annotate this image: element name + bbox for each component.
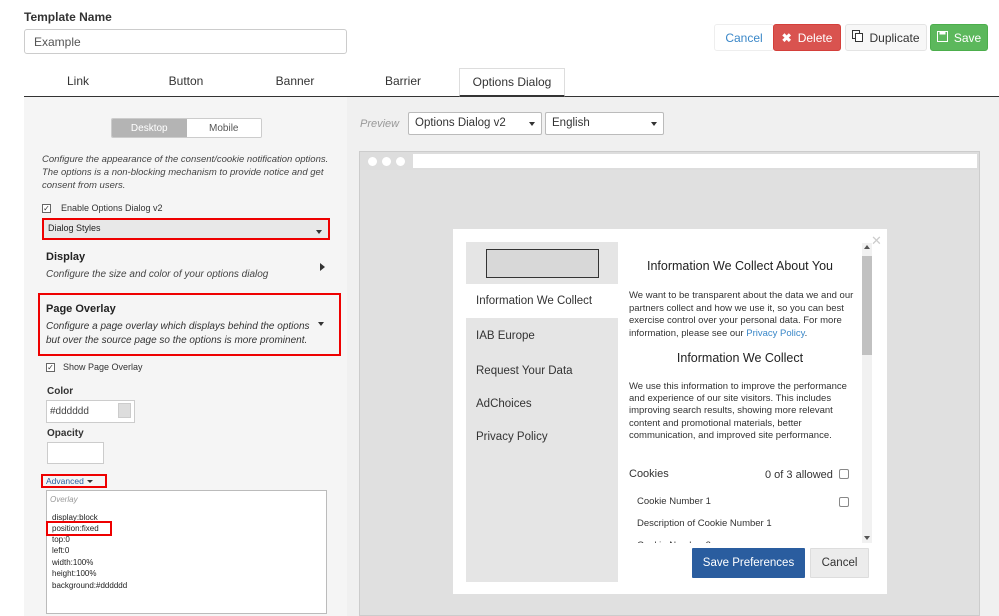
window-dot-icon [396,157,405,166]
nav-item-iab[interactable]: IAB Europe [476,330,535,342]
tab-options-dialog[interactable]: Options Dialog [459,68,565,97]
page-overlay-desc: Configure a page overlay which displays … [46,321,310,346]
close-icon: ✖ [781,30,792,45]
window-dot-icon [368,157,377,166]
code-title: Overlay [50,495,78,504]
close-icon[interactable]: ✕ [871,233,882,249]
dialog-version-value: Options Dialog v2 [415,117,506,129]
cookie-description: Description of Cookie Number 1 [637,518,772,529]
mobile-segment[interactable]: Mobile [186,119,261,137]
save-icon [936,30,948,45]
display-section-desc: Configure the size and color of your opt… [46,269,269,280]
chevron-right-icon[interactable] [320,263,325,271]
delete-button[interactable]: ✖ Delete [773,24,841,51]
chevron-down-icon[interactable] [318,322,324,326]
content-paragraph: We want to be transparent about the data… [629,290,854,340]
url-bar [413,154,977,168]
chevron-down-icon [316,230,322,234]
dialog-styles-select[interactable]: Dialog Styles [42,218,330,240]
overlay-css-editor[interactable] [46,490,327,614]
content-paragraph: We use this information to improve the p… [629,381,847,441]
save-button[interactable]: Save [930,24,988,51]
desktop-segment[interactable]: Desktop [112,119,187,137]
scroll-down-icon[interactable] [864,536,870,540]
enable-options-label: Enable Options Dialog v2 [61,203,163,213]
code-line: top:0 [52,535,70,544]
tab-bar: Link Button Banner Barrier Options Dialo… [24,68,999,97]
cancel-label: Cancel [725,30,763,45]
code-line: width:100% [52,558,94,567]
opacity-label: Opacity [47,428,84,439]
cancel-button[interactable]: Cancel [714,24,774,51]
tab-barrier[interactable]: Barrier [363,68,443,97]
duplicate-button[interactable]: Duplicate [845,24,927,51]
nav-item-info[interactable]: Information We Collect [476,295,592,307]
save-preferences-button[interactable]: Save Preferences [692,548,805,578]
chevron-down-icon [529,122,535,126]
show-overlay-checkbox[interactable]: ✓ [46,363,55,372]
cookies-all-checkbox[interactable] [839,469,849,479]
show-overlay-label: Show Page Overlay [63,362,143,372]
code-line: left:0 [52,546,70,555]
cookie-checkbox[interactable] [839,497,849,507]
content-text: . [804,327,808,339]
enable-options-checkbox[interactable]: ✓ [42,204,51,213]
nav-item-privacy[interactable]: Privacy Policy [476,431,548,443]
display-section-title[interactable]: Display [46,251,85,263]
delete-label: Delete [797,30,833,45]
color-swatch[interactable] [118,403,131,418]
content-heading: Information We Collect About You [647,259,833,273]
dialog-styles-value: Dialog Styles [48,223,101,233]
advanced-toggle[interactable]: Advanced [41,474,107,488]
tab-button[interactable]: Button [146,68,226,97]
device-toggle: Desktop Mobile [111,118,262,138]
language-select[interactable]: English [545,112,664,135]
position-highlight [46,521,112,536]
opacity-input[interactable] [47,442,104,464]
save-label: Save [953,30,982,45]
page-overlay-title[interactable]: Page Overlay [46,303,116,315]
template-name-input[interactable] [24,29,347,54]
options-description: Configure the appearance of the consent/… [42,154,329,191]
template-name-label: Template Name [24,10,112,24]
tab-banner[interactable]: Banner [255,68,335,97]
nav-item-adchoices[interactable]: AdChoices [476,398,532,410]
scroll-up-icon[interactable] [864,245,870,249]
cookies-label: Cookies [629,468,669,480]
privacy-policy-link[interactable]: Privacy Policy [746,328,804,339]
cookie-label: Cookie Number 1 [637,496,711,507]
code-line: height:100% [52,569,97,578]
chevron-down-icon [651,122,657,126]
tab-link[interactable]: Link [38,68,118,97]
dialog-version-select[interactable]: Options Dialog v2 [408,112,542,135]
scroll-thumb[interactable] [862,256,872,355]
advanced-label: Advanced [46,476,84,486]
code-line: background:#dddddd [52,581,128,590]
cookies-allowed-count: 0 of 3 allowed [765,469,833,481]
language-value: English [552,117,590,129]
cancel-preferences-button[interactable]: Cancel [810,548,869,578]
duplicate-label: Duplicate [869,30,920,45]
content-text: We want to be transparent about the data… [629,290,854,339]
content-subheading: Information We Collect [676,351,804,365]
logo-placeholder [486,249,599,278]
copy-icon [852,30,864,45]
preview-label: Preview [360,118,400,130]
nav-item-request[interactable]: Request Your Data [476,365,573,377]
chevron-down-icon [86,480,93,484]
window-dot-icon [382,157,391,166]
color-label: Color [47,386,74,397]
